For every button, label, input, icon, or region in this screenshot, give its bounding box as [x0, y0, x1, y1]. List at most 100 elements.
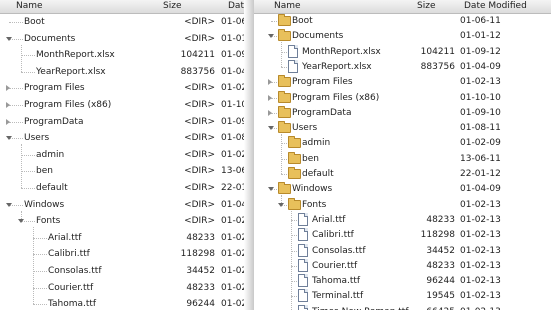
tree-row[interactable]: Boot <DIR> 01-06 — [0, 14, 244, 30]
tree-row[interactable]: Calibri.ttf 118298 01-02-13 — [254, 227, 551, 243]
tree-row[interactable]: Users 01-08-11 — [254, 120, 551, 136]
item-size: 48233 — [186, 232, 215, 243]
right-header-size[interactable]: Size — [417, 1, 435, 11]
tree-row[interactable]: Times New Roman.ttf6642501-02-13 — [254, 304, 551, 310]
tree-row[interactable]: admin 01-02-09 — [254, 135, 551, 151]
tree-row[interactable]: MonthReport.xlsx 104211 01-09-12 — [254, 44, 551, 60]
expand-arrow-icon[interactable] — [268, 79, 272, 86]
tree-row[interactable]: Documents 01-01-12 — [254, 28, 551, 44]
left-header-name[interactable]: Name — [16, 1, 43, 11]
tree-row[interactable]: MonthReport.xlsx 104211 01-09 — [0, 47, 244, 63]
item-date: 22-01 — [221, 183, 244, 193]
expand-arrow-icon[interactable] — [6, 102, 10, 108]
collapse-arrow-icon[interactable] — [6, 36, 12, 41]
tree-row[interactable]: default 22-01-12 — [254, 166, 551, 182]
item-name: ben — [36, 166, 53, 177]
item-name: Consolas.ttf — [312, 245, 366, 256]
expand-arrow-icon[interactable] — [6, 85, 10, 92]
tree-row[interactable]: ben <DIR> 13-06 — [0, 163, 244, 179]
folder-icon — [288, 197, 301, 210]
tree-line — [33, 271, 47, 272]
tree-row[interactable]: default <DIR> 22-01 — [0, 180, 244, 196]
item-date: 01-02 — [221, 149, 244, 160]
expand-arrow-icon[interactable] — [268, 94, 272, 101]
tree-row[interactable]: YearReport.xlsx 883756 01-04 — [0, 64, 244, 80]
item-date: 01-10 — [221, 100, 244, 110]
right-header-name[interactable]: Name — [274, 1, 301, 11]
collapse-arrow-icon[interactable] — [268, 187, 274, 192]
item-date: 01-04 — [221, 66, 244, 77]
item-size: 48233 — [426, 214, 455, 225]
item-name: Documents — [24, 33, 76, 44]
item-name: Boot — [292, 16, 313, 26]
item-name: Fonts — [302, 199, 327, 210]
file-icon — [288, 44, 298, 58]
tree-row[interactable]: Fonts <DIR> 01-02 — [0, 213, 244, 229]
file-icon — [298, 274, 308, 288]
item-size: <DIR> — [184, 116, 215, 127]
tree-row[interactable]: ben 13-06-11 — [254, 151, 551, 167]
tree-row[interactable]: Tahoma.ttf 96244 01-02 — [0, 296, 244, 310]
tree-row[interactable]: Courier.ttf 48233 01-02-13 — [254, 258, 551, 274]
tree-row[interactable]: Program Files 01-02-13 — [254, 74, 551, 90]
collapse-arrow-icon[interactable] — [268, 34, 274, 39]
tree-row[interactable]: Program Files (x86) <DIR> 01-10 — [0, 97, 244, 113]
collapse-arrow-icon[interactable] — [268, 126, 274, 131]
tree-row[interactable]: Calibri.ttf 118298 01-02 — [0, 246, 244, 262]
item-date: 01-02 — [221, 282, 244, 293]
tree-row[interactable]: YearReport.xlsx 883756 01-04-09 — [254, 59, 551, 75]
item-name: Courier.ttf — [48, 282, 94, 293]
collapse-arrow-icon[interactable] — [18, 219, 24, 224]
pane-divider — [244, 0, 254, 310]
file-icon — [288, 59, 298, 73]
item-size: 19545 — [426, 291, 455, 302]
item-name: Calibri.ttf — [312, 230, 354, 241]
left-header-size[interactable]: Size — [163, 1, 181, 11]
right-column-header: Name Size Date Modified — [254, 0, 551, 14]
item-size: 34452 — [426, 245, 455, 256]
right-header-date[interactable]: Date Modified — [464, 1, 527, 11]
tree-row[interactable]: admin <DIR> 01-02 — [0, 147, 244, 163]
tree-line — [21, 55, 35, 57]
tree-row[interactable]: Consolas.ttf 34452 01-02 — [0, 263, 244, 279]
tree-row[interactable]: Windows 01-04-09 — [254, 181, 551, 197]
tree-row[interactable]: Courier.ttf 48233 01-02 — [0, 280, 244, 296]
tree-row[interactable]: Tahoma.ttf 96244 01-02-13 — [254, 273, 551, 289]
item-date: 01-09-12 — [460, 46, 501, 57]
item-size: <DIR> — [184, 17, 215, 27]
tree-row[interactable]: ProgramData <DIR> 01-09 — [0, 114, 244, 130]
tree-line — [33, 237, 47, 239]
tree-row[interactable]: Users <DIR> 01-08 — [0, 130, 244, 146]
tree-row[interactable]: Fonts 01-02-13 — [254, 197, 551, 213]
collapse-arrow-icon[interactable] — [278, 202, 284, 207]
item-name: MonthReport.xlsx — [302, 46, 381, 57]
item-date: 01-09 — [221, 116, 244, 127]
item-date: 13-06-11 — [460, 153, 501, 164]
expand-arrow-icon[interactable] — [6, 118, 10, 125]
tree-row[interactable]: Arial.ttf 48233 01-02 — [0, 230, 244, 246]
item-date: 01-02 — [221, 266, 244, 276]
tree-row[interactable]: ProgramData 01-09-10 — [254, 105, 551, 121]
folder-icon — [288, 151, 301, 164]
tree-row[interactable]: Program Files (x86) 01-10-10 — [254, 90, 551, 106]
tree-row[interactable]: Windows <DIR> 01-04 — [0, 197, 244, 213]
tree-row[interactable]: Terminal.ttf 19545 01-02-13 — [254, 288, 551, 304]
tree-row[interactable]: Documents <DIR> 01-01 — [0, 31, 244, 47]
collapse-arrow-icon[interactable] — [6, 202, 12, 207]
folder-icon — [278, 182, 291, 195]
tree-row[interactable]: Arial.ttf 48233 01-02-13 — [254, 212, 551, 228]
item-name: default — [302, 169, 334, 179]
item-date: 22-01-12 — [460, 169, 501, 179]
expand-arrow-icon[interactable] — [268, 109, 272, 116]
item-date: 01-02-13 — [460, 260, 501, 271]
tree-row[interactable]: Consolas.ttf 34452 01-02-13 — [254, 243, 551, 259]
item-name: Windows — [24, 199, 65, 210]
left-header-date[interactable]: Date — [228, 1, 244, 11]
folder-icon — [278, 121, 291, 134]
item-name: Program Files — [292, 77, 353, 88]
item-date: 01-02 — [221, 232, 244, 243]
tree-row[interactable]: Program Files <DIR> 01-02 — [0, 80, 244, 96]
item-size: <DIR> — [184, 149, 215, 160]
collapse-arrow-icon[interactable] — [6, 136, 12, 141]
tree-row[interactable]: Boot 01-06-11 — [254, 13, 551, 29]
